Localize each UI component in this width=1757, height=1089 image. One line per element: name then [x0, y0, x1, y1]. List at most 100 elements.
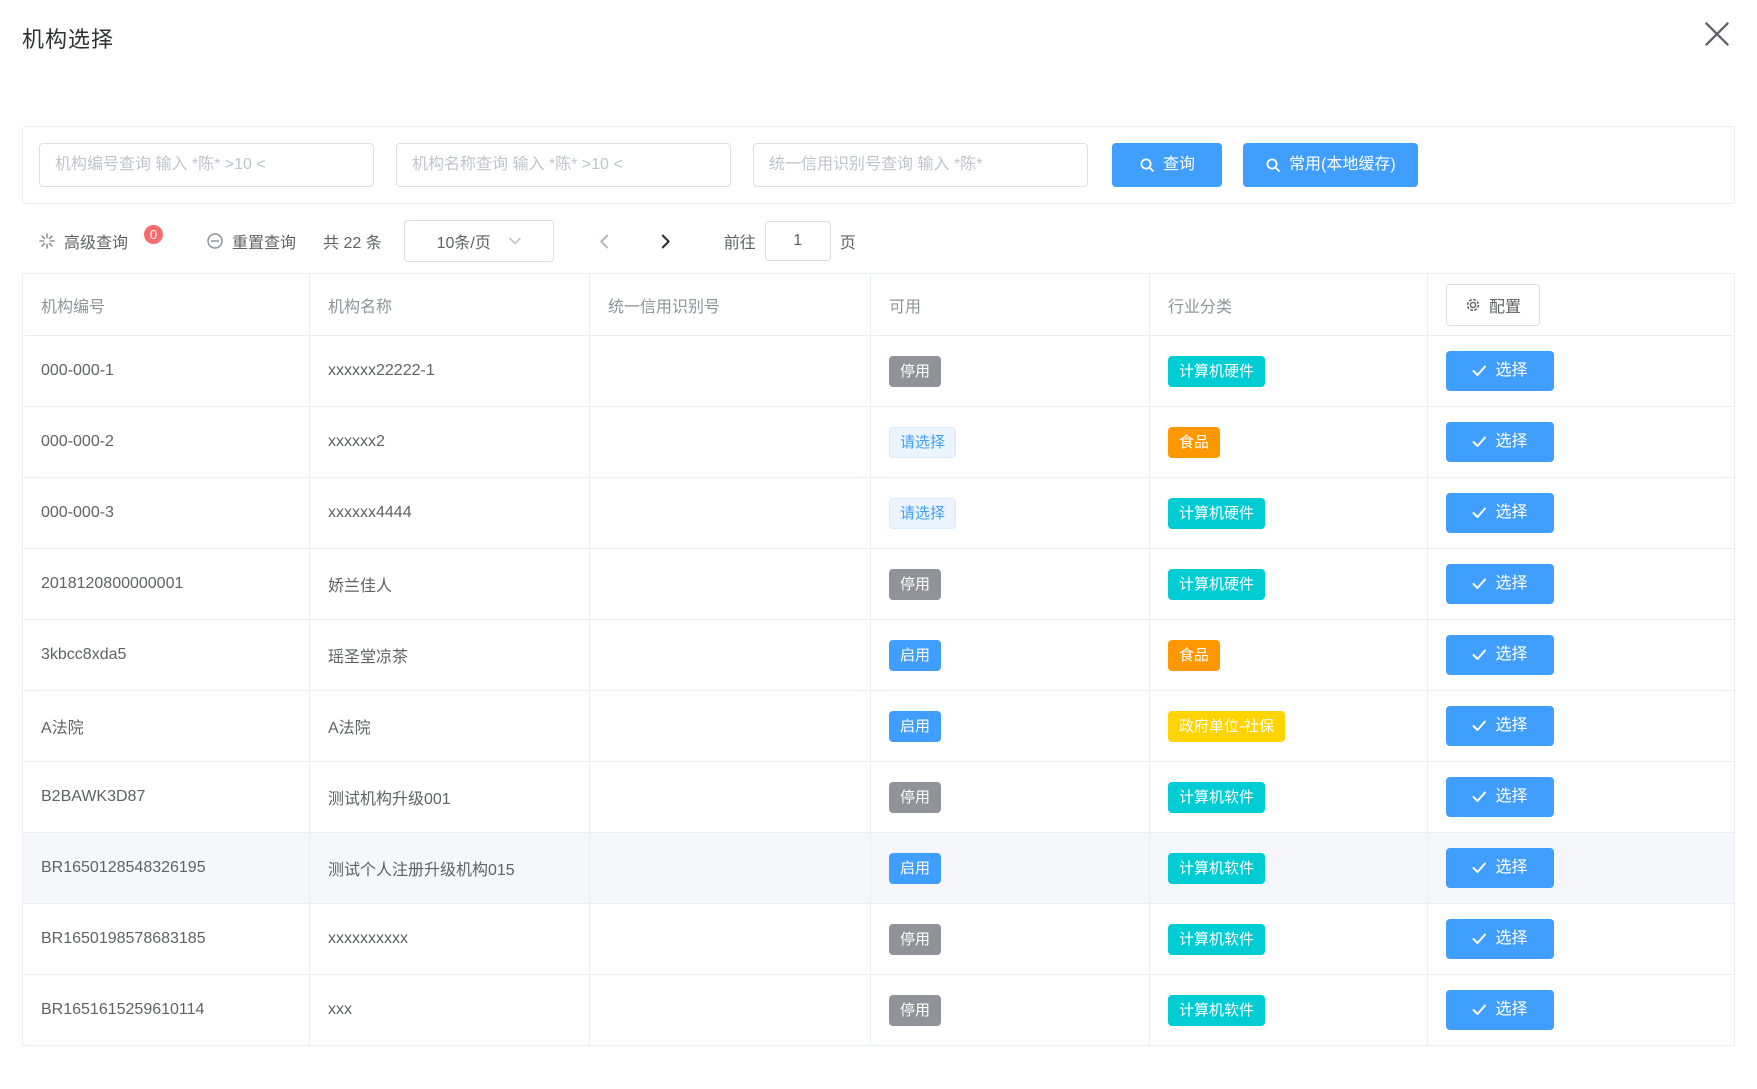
select-button[interactable]: 选择 [1446, 990, 1554, 1030]
common-cache-button[interactable]: 常用(本地缓存) [1243, 143, 1418, 187]
table-row: BR1650198578683185 xxxxxxxxxx 停用 计算机软件 选… [23, 904, 1735, 975]
org-code-cell: 000-000-1 [41, 362, 114, 379]
select-button[interactable]: 选择 [1446, 777, 1554, 817]
credit-code-search-input[interactable] [753, 143, 1088, 187]
select-button[interactable]: 选择 [1446, 422, 1554, 462]
select-button-label: 选择 [1495, 647, 1527, 663]
select-button-label: 选择 [1495, 505, 1527, 521]
table-row: A法院 A法院 启用 政府单位-社保 选择 [23, 691, 1735, 762]
status-badge: 停用 [889, 995, 941, 1026]
advanced-query-label: 高级查询 [64, 229, 128, 253]
org-name-cell: xxxxxx22222-1 [328, 362, 435, 379]
dialog-header: 机构选择 [22, 0, 1735, 56]
org-name-search-input[interactable] [396, 143, 731, 187]
select-button[interactable]: 选择 [1446, 919, 1554, 959]
industry-badge: 食品 [1168, 427, 1220, 458]
organization-select-dialog: 机构选择 查询 常用(本地缓存) [0, 0, 1757, 1046]
select-button[interactable]: 选择 [1446, 635, 1554, 675]
select-button-label: 选择 [1495, 576, 1527, 592]
org-name-cell: xxxxxx2 [328, 433, 385, 450]
next-page-button[interactable] [653, 231, 678, 252]
table-header: 机构编号 机构名称 统一信用识别号 可用 行业分类 配置 [23, 274, 1735, 336]
check-icon [1472, 1004, 1487, 1016]
check-icon [1472, 862, 1487, 874]
column-header-org-name: 机构名称 [310, 274, 590, 336]
sparkle-icon [38, 232, 56, 250]
check-icon [1472, 649, 1487, 661]
select-button[interactable]: 选择 [1446, 564, 1554, 604]
column-header-available: 可用 [871, 274, 1150, 336]
search-icon [1265, 157, 1281, 173]
status-badge: 停用 [889, 924, 941, 955]
select-button[interactable]: 选择 [1446, 706, 1554, 746]
status-badge: 停用 [889, 782, 941, 813]
query-button[interactable]: 查询 [1112, 143, 1222, 187]
org-code-cell: 2018120800000001 [41, 575, 183, 592]
select-button-label: 选择 [1495, 363, 1527, 379]
search-panel: 查询 常用(本地缓存) [22, 126, 1735, 204]
check-icon [1472, 507, 1487, 519]
goto-suffix: 页 [840, 229, 856, 253]
industry-badge: 计算机硬件 [1168, 356, 1265, 387]
status-badge: 启用 [889, 853, 941, 884]
column-header-org-code: 机构编号 [23, 274, 310, 336]
select-button-label: 选择 [1495, 1002, 1527, 1018]
select-button[interactable]: 选择 [1446, 848, 1554, 888]
reset-query-button[interactable]: 重置查询 [206, 229, 296, 253]
select-button[interactable]: 选择 [1446, 351, 1554, 391]
table-row: 000-000-3 xxxxxx4444 请选择 计算机硬件 选择 [23, 478, 1735, 549]
prev-page-button[interactable] [592, 231, 617, 252]
total-count-text: 共 22 条 [323, 229, 382, 253]
table-row: 000-000-2 xxxxxx2 请选择 食品 选择 [23, 407, 1735, 478]
table-row: B2BAWK3D87 测试机构升级001 停用 计算机软件 选择 [23, 762, 1735, 833]
common-cache-button-label: 常用(本地缓存) [1289, 157, 1396, 173]
industry-badge: 计算机软件 [1168, 782, 1265, 813]
config-button[interactable]: 配置 [1446, 284, 1540, 326]
industry-badge: 计算机软件 [1168, 853, 1265, 884]
page-size-select[interactable]: 10条/页 [404, 220, 554, 262]
status-badge: 停用 [889, 356, 941, 387]
org-name-cell: 测试机构升级001 [328, 791, 451, 808]
check-icon [1472, 436, 1487, 448]
org-code-cell: BR1650128548326195 [41, 859, 206, 876]
close-button[interactable] [1695, 12, 1739, 56]
chevron-down-icon [509, 237, 521, 245]
org-code-cell: 000-000-3 [41, 504, 114, 521]
check-icon [1472, 791, 1487, 803]
industry-badge: 食品 [1168, 640, 1220, 671]
table-body: 000-000-1 xxxxxx22222-1 停用 计算机硬件 选择 000-… [23, 336, 1735, 1046]
goto-label: 前往 [724, 229, 756, 253]
org-name-cell: xxx [328, 1001, 352, 1018]
organization-table: 机构编号 机构名称 统一信用识别号 可用 行业分类 配置 000-000 [22, 273, 1735, 1046]
page-title: 机构选择 [22, 22, 114, 54]
org-code-cell: 3kbcc8xda5 [41, 646, 126, 663]
status-badge: 请选择 [889, 427, 956, 458]
minus-circle-icon [206, 232, 224, 250]
chevron-left-icon [598, 233, 611, 250]
toolbar: 高级查询 0 重置查询 共 22 条 10条/页 [22, 217, 1735, 265]
check-icon [1472, 933, 1487, 945]
table-row: 000-000-1 xxxxxx22222-1 停用 计算机硬件 选择 [23, 336, 1735, 407]
status-badge: 停用 [889, 569, 941, 600]
select-button-label: 选择 [1495, 860, 1527, 876]
check-icon [1472, 578, 1487, 590]
select-button[interactable]: 选择 [1446, 493, 1554, 533]
advanced-query-button[interactable]: 高级查询 0 [38, 229, 164, 253]
select-button-label: 选择 [1495, 789, 1527, 805]
status-badge: 启用 [889, 711, 941, 742]
org-name-cell: xxxxxxxxxx [328, 930, 408, 947]
column-header-industry: 行业分类 [1150, 274, 1428, 336]
status-badge: 启用 [889, 640, 941, 671]
chevron-right-icon [659, 233, 672, 250]
column-header-actions: 配置 [1428, 274, 1735, 336]
close-icon [1699, 16, 1735, 52]
gear-icon [1465, 297, 1481, 313]
search-icon [1139, 157, 1155, 173]
column-header-credit-code: 统一信用识别号 [590, 274, 871, 336]
select-button-label: 选择 [1495, 434, 1527, 450]
goto-page-input[interactable] [765, 221, 831, 261]
org-code-search-input[interactable] [39, 143, 374, 187]
table-row: 2018120800000001 娇兰佳人 停用 计算机硬件 选择 [23, 549, 1735, 620]
table-row: BR1651615259610114 xxx 停用 计算机软件 选择 [23, 975, 1735, 1046]
org-name-cell: A法院 [328, 720, 371, 737]
